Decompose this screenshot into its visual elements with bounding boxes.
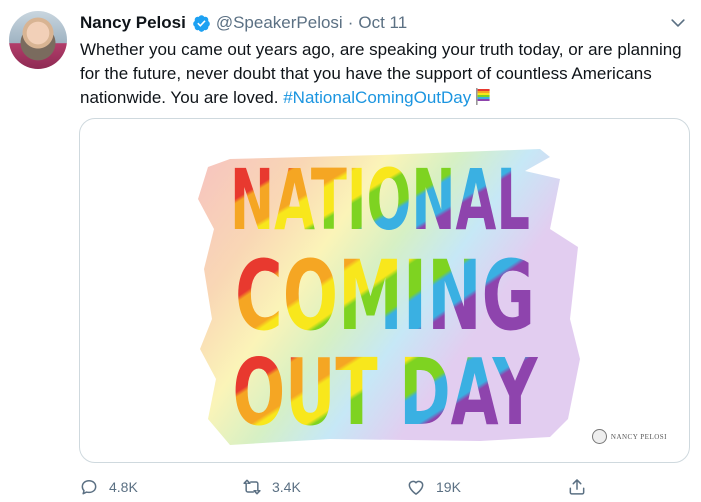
share-button[interactable]	[567, 474, 587, 500]
like-button[interactable]: 19K	[406, 474, 461, 500]
reply-button[interactable]: 4.8K	[79, 474, 138, 500]
banner-line-2: COMING	[235, 240, 535, 352]
reply-icon	[81, 480, 97, 495]
verified-badge-icon	[192, 14, 211, 33]
separator-dot: ·	[347, 13, 354, 32]
rainbow-flag-icon	[473, 86, 493, 113]
tweet-actions: 4.8K 3.4K 19K	[79, 474, 599, 500]
watermark: NANCY PELOSI	[591, 429, 667, 444]
seal-icon	[591, 429, 607, 444]
tweet-date[interactable]: Oct 11	[358, 13, 407, 33]
tweet-media-image[interactable]: NATIONAL COMING OUT DAY NANCY PELOSI	[79, 118, 690, 463]
retweet-button[interactable]: 3.4K	[242, 474, 301, 500]
retweet-count: 3.4K	[272, 479, 301, 495]
banner-line-1: NATIONAL	[230, 151, 530, 249]
watermark-text: NANCY PELOSI	[610, 432, 667, 441]
banner-line-3: OUT DAY	[233, 339, 539, 446]
hashtag-link[interactable]: #NationalComingOutDay	[283, 88, 471, 107]
reply-count: 4.8K	[109, 479, 138, 495]
retweet-icon	[243, 479, 261, 495]
tweet-header: Nancy Pelosi @SpeakerPelosi · Oct 11	[80, 12, 407, 34]
author-name[interactable]: Nancy Pelosi	[80, 13, 186, 33]
share-icon	[569, 479, 585, 495]
tweet-text: Whether you came out years ago, are spea…	[80, 38, 690, 113]
heart-icon	[408, 480, 424, 495]
chevron-down-icon[interactable]	[668, 13, 688, 33]
avatar[interactable]	[9, 11, 67, 69]
like-count: 19K	[436, 479, 461, 495]
author-handle[interactable]: @SpeakerPelosi	[216, 13, 343, 33]
